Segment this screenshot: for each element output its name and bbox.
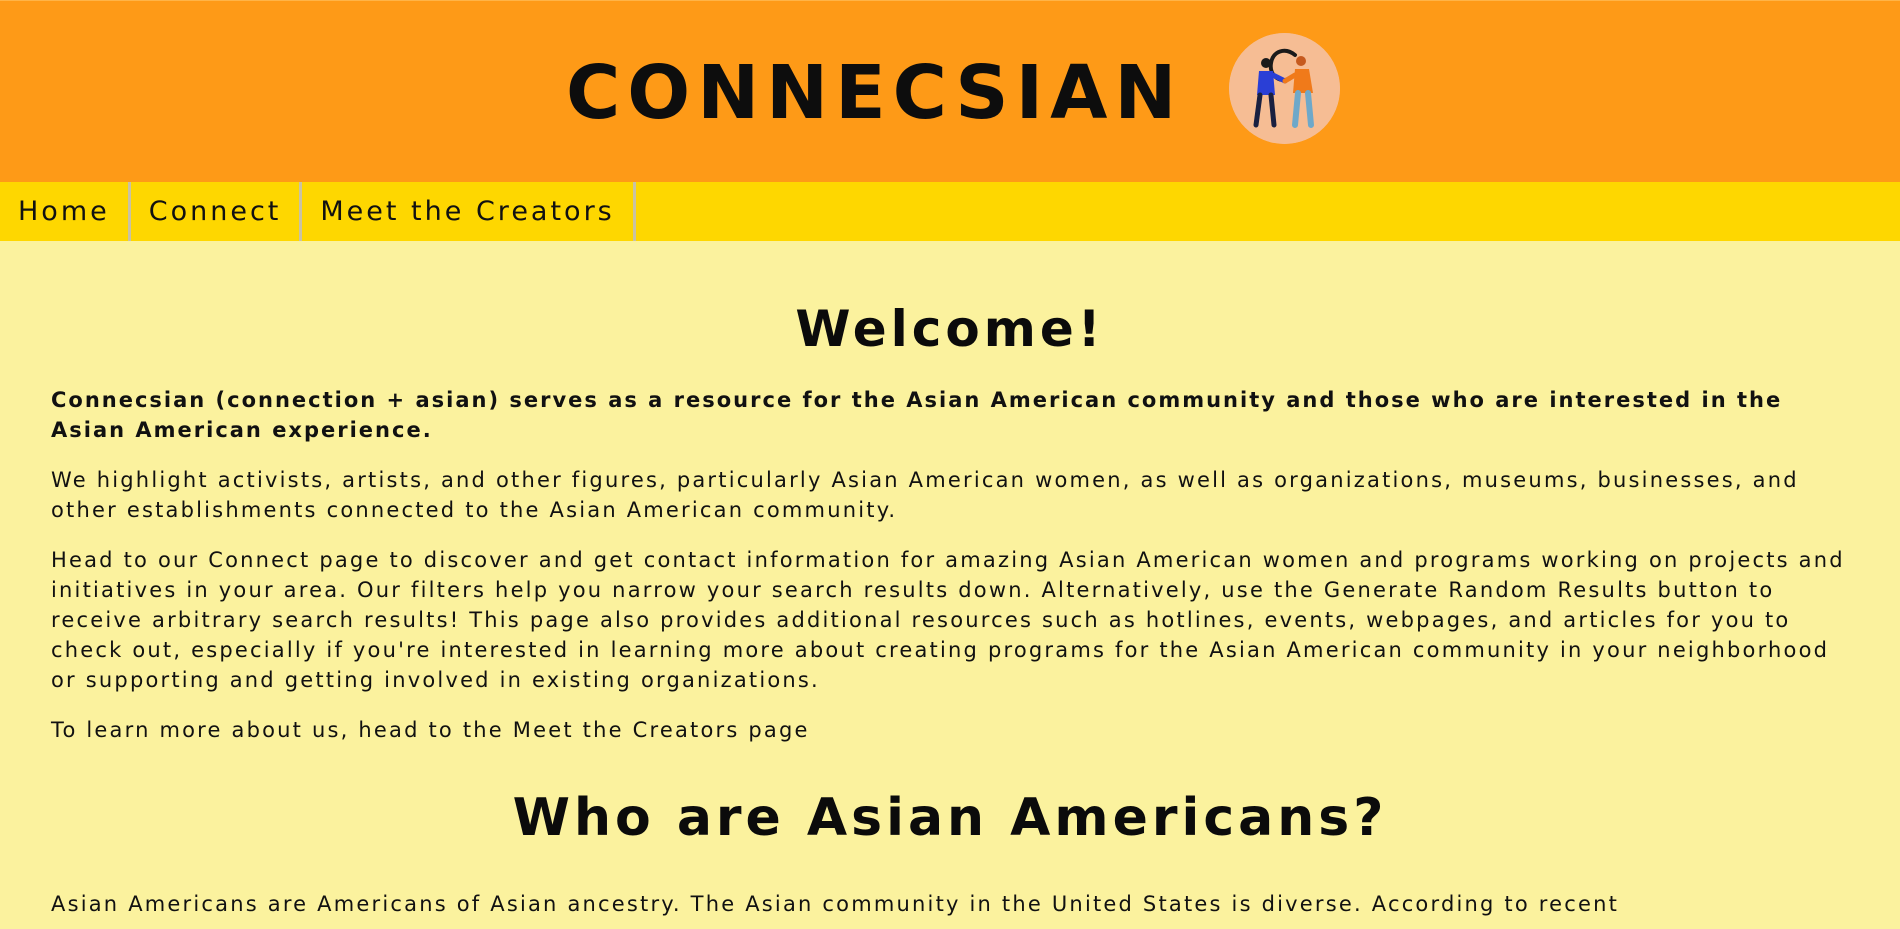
logo-illustration-icon bbox=[1229, 33, 1340, 144]
brand-title[interactable]: CONNECSIAN bbox=[566, 51, 1183, 135]
main-nav: Home Connect Meet the Creators bbox=[0, 182, 1900, 241]
intro-paragraph: Connecsian (connection + asian) serves a… bbox=[51, 388, 1783, 442]
highlight-paragraph: We highlight activists, artists, and oth… bbox=[51, 468, 1799, 522]
nav-item-meet-the-creators[interactable]: Meet the Creators bbox=[302, 182, 636, 241]
nav-item-connect[interactable]: Connect bbox=[131, 182, 303, 241]
welcome-heading: Welcome! bbox=[795, 300, 1105, 358]
site-header: CONNECSIAN bbox=[0, 0, 1900, 182]
connect-paragraph: Head to our Connect page to discover and… bbox=[51, 548, 1845, 692]
main-content: Welcome! Connecsian (connection + asian)… bbox=[0, 241, 1900, 919]
creators-paragraph: To learn more about us, head to the Meet… bbox=[51, 718, 810, 742]
nav-item-home[interactable]: Home bbox=[0, 182, 131, 241]
who-heading: Who are Asian Americans? bbox=[512, 788, 1388, 848]
connecsian-logo-icon[interactable] bbox=[1229, 33, 1340, 144]
who-paragraph: Asian Americans are Americans of Asian a… bbox=[51, 892, 1620, 916]
